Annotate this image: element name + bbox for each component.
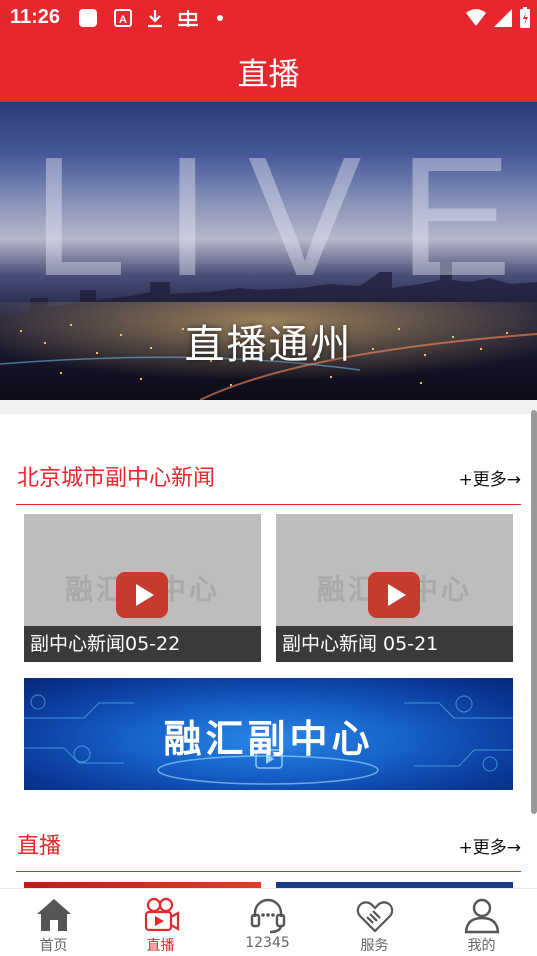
profile-icon	[464, 898, 500, 934]
promo-banner-text: 融汇副中心	[163, 717, 374, 761]
text-a-icon: A	[114, 9, 132, 27]
hero-live-text: L I V E	[32, 132, 512, 302]
bug-icon	[178, 10, 198, 27]
section-underline-live	[16, 871, 521, 872]
headset-icon	[250, 898, 286, 934]
more-link-news[interactable]: +更多→	[459, 465, 522, 490]
video-caption: 副中心新闻05-22	[24, 626, 261, 662]
home-icon	[37, 899, 71, 931]
svg-text:A: A	[119, 14, 127, 26]
notification-square-icon	[79, 9, 97, 27]
hero-live-V: V	[248, 122, 362, 312]
hero-banner[interactable]: L I V E 直播通州	[0, 102, 537, 400]
handshake-icon	[356, 901, 394, 933]
signal-icon	[494, 9, 512, 27]
hero-caption: 直播通州	[184, 322, 353, 368]
nav-item-home[interactable]: 首页	[0, 889, 107, 956]
hero-live-L: L	[32, 122, 127, 312]
hero-live-E: E	[398, 122, 512, 312]
video-caption: 副中心新闻 05-21	[276, 626, 513, 662]
bottom-nav: 首页 直播 12345 服务 我的	[0, 888, 537, 956]
nav-item-profile[interactable]: 我的	[428, 889, 535, 956]
status-time: 11:26	[10, 6, 61, 28]
scrollbar[interactable]	[531, 410, 537, 814]
nav-item-service[interactable]: 服务	[321, 889, 428, 956]
nav-label: 首页	[39, 938, 68, 954]
promo-banner[interactable]: 融汇副中心	[24, 678, 513, 790]
play-icon[interactable]	[116, 572, 168, 618]
camera-icon	[144, 897, 180, 932]
nav-label: 12345	[245, 935, 290, 951]
video-card[interactable]: 融汇副中心 副中心新闻05-22	[24, 514, 261, 662]
video-card[interactable]: 融汇副中心 副中心新闻 05-21	[276, 514, 513, 662]
wifi-icon	[466, 9, 486, 26]
section-title-live: 直播	[17, 834, 62, 859]
title-bar: 直播	[0, 36, 537, 102]
download-icon	[148, 10, 162, 28]
nav-item-live[interactable]: 直播	[107, 889, 214, 956]
section-title-news: 北京城市副中心新闻	[17, 466, 216, 491]
page-title: 直播	[237, 57, 300, 93]
nav-label: 我的	[467, 938, 496, 954]
dot-icon	[217, 15, 223, 21]
section-underline-news	[16, 504, 521, 505]
section-divider-band	[0, 400, 537, 414]
play-icon[interactable]	[368, 572, 420, 618]
hero-live-I: I	[163, 122, 211, 312]
nav-item-hotline[interactable]: 12345	[214, 889, 321, 956]
status-bar: 11:26 A	[0, 0, 537, 36]
more-link-live[interactable]: +更多→	[459, 833, 522, 858]
battery-icon	[520, 7, 530, 28]
nav-label: 服务	[360, 938, 389, 954]
nav-label: 直播	[146, 938, 175, 954]
